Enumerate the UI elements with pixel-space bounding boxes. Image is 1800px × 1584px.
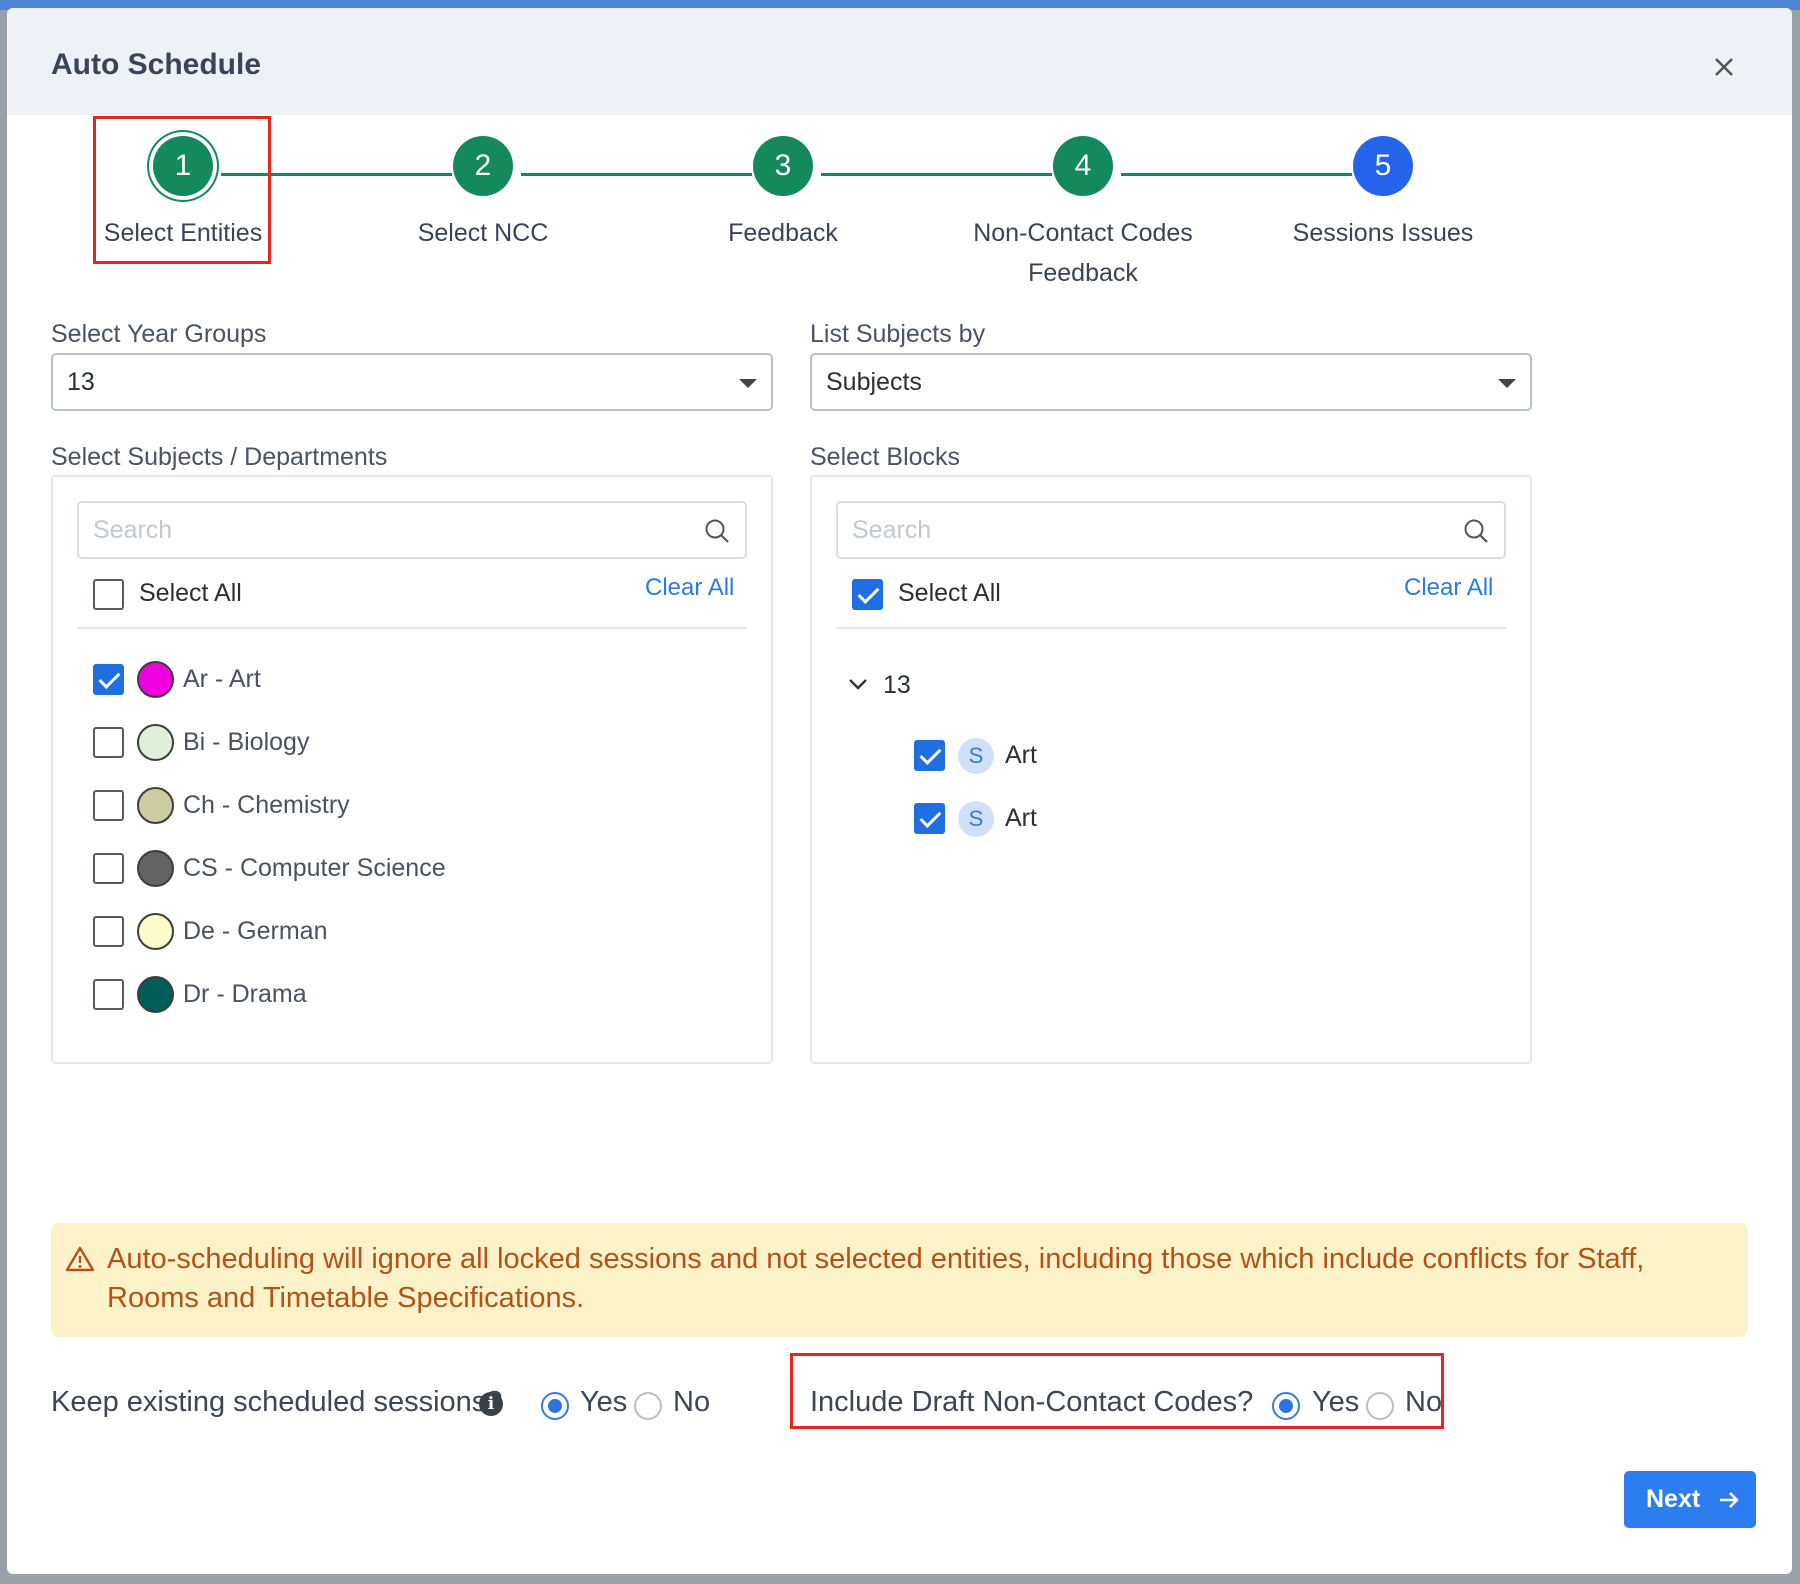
step-number: 2	[453, 136, 513, 196]
subject-checkbox[interactable]	[93, 790, 124, 821]
step-label: Sessions Issues	[1292, 219, 1474, 247]
year-groups-value: 13	[67, 368, 95, 396]
warning-alert: Auto-scheduling will ignore all locked s…	[51, 1223, 1748, 1337]
warning-text: Auto-scheduling will ignore all locked s…	[107, 1243, 1645, 1314]
keep-existing-no-radio[interactable]	[634, 1392, 662, 1420]
subject-color-swatch	[137, 787, 174, 824]
subject-color-swatch	[137, 724, 174, 761]
blocks-select-all-checkbox[interactable]	[852, 579, 883, 610]
subjects-select-all-label: Select All	[139, 579, 242, 607]
keep-existing-no-label: No	[673, 1386, 711, 1418]
subject-label: De - German	[183, 917, 328, 945]
subject-label: CS - Computer Science	[183, 854, 446, 882]
blocks-search-input[interactable]: Search	[836, 501, 1506, 559]
warning-icon	[65, 1246, 95, 1272]
subject-checkbox[interactable]	[93, 853, 124, 884]
block-type-badge: S	[958, 738, 994, 774]
search-icon	[705, 519, 729, 543]
divider	[836, 627, 1506, 629]
step-select-ncc[interactable]: 2 Select NCC	[333, 136, 633, 253]
subjects-search-placeholder: Search	[93, 516, 173, 544]
chevron-down-icon	[739, 379, 757, 388]
chevron-down-icon	[1498, 379, 1516, 388]
list-by-label: List Subjects by	[810, 320, 986, 348]
list-by-value: Subjects	[826, 368, 922, 396]
subject-checkbox[interactable]	[93, 727, 124, 758]
subject-label: Dr - Drama	[183, 980, 307, 1008]
step-number: 3	[753, 136, 813, 196]
subjects-label: Select Subjects / Departments	[51, 443, 388, 471]
step-label: Select NCC	[417, 219, 549, 247]
step-number: 5	[1353, 136, 1413, 196]
subject-checkbox[interactable]	[93, 664, 124, 695]
keep-existing-question: Keep existing scheduled sessions?	[51, 1386, 503, 1418]
chevron-down-icon	[849, 679, 867, 690]
subject-color-swatch	[137, 976, 174, 1013]
subject-label: Bi - Biology	[183, 728, 310, 756]
step-feedback[interactable]: 3 Feedback	[633, 136, 933, 253]
include-draft-yes-radio[interactable]	[1272, 1392, 1300, 1420]
include-draft-no-radio[interactable]	[1366, 1392, 1394, 1420]
block-checkbox[interactable]	[914, 803, 945, 834]
subject-color-swatch	[137, 913, 174, 950]
step-ncc-feedback[interactable]: 4 Non-Contact Codes Feedback	[933, 136, 1233, 293]
keep-existing-yes-radio[interactable]	[541, 1392, 569, 1420]
modal-title: Auto Schedule	[51, 48, 262, 81]
keep-existing-yes-label: Yes	[580, 1386, 628, 1418]
subjects-search-input[interactable]: Search	[77, 501, 747, 559]
info-icon[interactable]: i	[479, 1392, 503, 1416]
year-groups-select[interactable]: 13	[51, 353, 773, 411]
blocks-search-placeholder: Search	[852, 516, 932, 544]
next-label: Next	[1646, 1485, 1701, 1513]
subjects-select-all-checkbox[interactable]	[93, 579, 124, 610]
subject-label: Ch - Chemistry	[183, 791, 350, 819]
next-button[interactable]: Next	[1624, 1471, 1756, 1528]
include-draft-yes-label: Yes	[1312, 1386, 1360, 1418]
arrow-right-icon	[1720, 1492, 1739, 1508]
subject-color-swatch	[137, 850, 174, 887]
close-button[interactable]	[1707, 50, 1741, 84]
close-icon	[1715, 58, 1733, 76]
highlight-box	[93, 116, 271, 264]
block-label: Art	[1005, 804, 1037, 832]
block-group-label: 13	[883, 671, 911, 699]
include-draft-question: Include Draft Non-Contact Codes?	[810, 1386, 1254, 1418]
modal-header: Auto Schedule	[7, 8, 1792, 115]
step-sessions-issues[interactable]: 5 Sessions Issues	[1233, 136, 1533, 253]
blocks-clear-all-link[interactable]: Clear All	[1404, 574, 1493, 602]
search-icon	[1464, 519, 1488, 543]
step-label: Non-Contact Codes Feedback	[973, 219, 1193, 287]
list-by-select[interactable]: Subjects	[810, 353, 1532, 411]
block-label: Art	[1005, 741, 1037, 769]
step-number: 4	[1053, 136, 1113, 196]
subject-checkbox[interactable]	[93, 916, 124, 947]
subjects-clear-all-link[interactable]: Clear All	[645, 574, 734, 602]
subject-checkbox[interactable]	[93, 979, 124, 1010]
auto-schedule-modal: Auto Schedule 1 Select Entities 2 Select…	[7, 8, 1792, 1574]
block-checkbox[interactable]	[914, 740, 945, 771]
block-type-badge: S	[958, 801, 994, 837]
blocks-label: Select Blocks	[810, 443, 961, 471]
subject-label: Ar - Art	[183, 665, 261, 693]
divider	[77, 627, 747, 629]
subject-color-swatch	[137, 661, 174, 698]
year-groups-label: Select Year Groups	[51, 320, 267, 348]
step-label: Feedback	[728, 219, 838, 247]
include-draft-no-label: No	[1405, 1386, 1443, 1418]
blocks-select-all-label: Select All	[898, 579, 1001, 607]
